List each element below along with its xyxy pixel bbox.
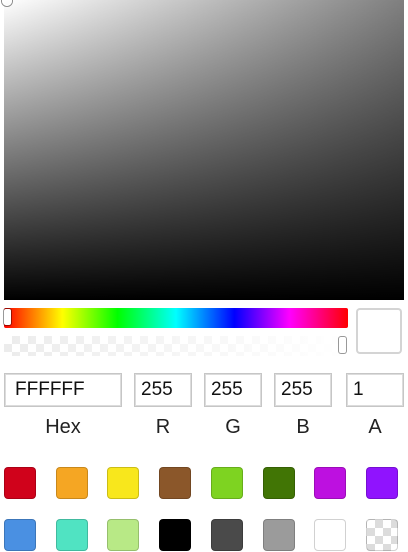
color-pointer-handle[interactable] xyxy=(2,0,12,6)
saturation-brightness-area[interactable] xyxy=(2,0,404,300)
swatch-b8e986[interactable] xyxy=(107,519,139,551)
red-label: R xyxy=(155,416,171,438)
swatch-4a4a4a[interactable] xyxy=(211,519,243,551)
swatch-4a90e2[interactable] xyxy=(4,519,36,551)
red-input[interactable] xyxy=(134,373,192,407)
swatch-50e3c2[interactable] xyxy=(56,519,88,551)
alpha-slider-handle[interactable] xyxy=(339,337,346,353)
green-label: G xyxy=(225,416,241,438)
blue-label: B xyxy=(296,416,310,438)
blue-input[interactable] xyxy=(274,373,332,407)
hue-slider[interactable] xyxy=(4,308,348,328)
alpha-gradient xyxy=(4,336,348,356)
swatch-f8e71c[interactable] xyxy=(107,467,139,499)
alpha-label: A xyxy=(368,416,382,438)
swatch-f5a623[interactable] xyxy=(56,467,88,499)
swatch-ffffff[interactable] xyxy=(314,519,346,551)
alpha-input[interactable] xyxy=(346,373,404,407)
swatch-transparent[interactable] xyxy=(366,519,398,551)
swatch-8b572a[interactable] xyxy=(159,467,191,499)
hex-input[interactable] xyxy=(4,373,122,407)
color-preview-fill xyxy=(358,310,400,352)
alpha-slider[interactable] xyxy=(4,336,348,356)
hex-label: Hex xyxy=(45,416,81,438)
swatch-d0021b[interactable] xyxy=(4,467,36,499)
swatch-9b9b9b[interactable] xyxy=(263,519,295,551)
swatch-7ed321[interactable] xyxy=(211,467,243,499)
swatch-bd10e0[interactable] xyxy=(314,467,346,499)
swatch-000000[interactable] xyxy=(159,519,191,551)
swatch-417505[interactable] xyxy=(263,467,295,499)
color-preview xyxy=(356,308,402,354)
swatch-9013fe[interactable] xyxy=(366,467,398,499)
green-input[interactable] xyxy=(204,373,262,407)
hue-slider-handle[interactable] xyxy=(4,309,11,325)
